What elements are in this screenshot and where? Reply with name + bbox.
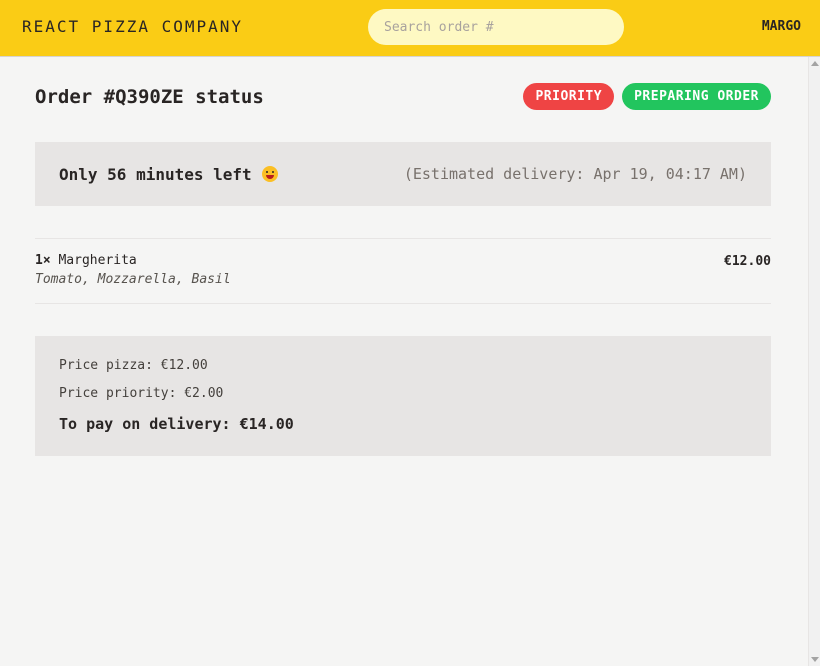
list-item: 1× Margherita €12.00 Tomato, Mozzarella,… [35,239,771,303]
app-header: REACT PIZZA COMPANY MARGO [0,0,820,57]
item-ingredients: Tomato, Mozzarella, Basil [35,272,231,287]
order-items-list: 1× Margherita €12.00 Tomato, Mozzarella,… [35,238,771,304]
priority-badge: PRIORITY [523,83,615,110]
item-quantity: 1× [35,253,51,268]
total-to-pay: To pay on delivery: €14.00 [59,415,294,433]
vertical-scrollbar[interactable] [808,57,820,666]
order-badges: PRIORITY PREPARING ORDER [523,83,771,110]
scroll-up-arrow-icon[interactable] [811,61,819,66]
item-price: €12.00 [724,254,771,269]
price-pizza: Price pizza: €12.00 [59,358,208,373]
item-name: Margherita [58,253,137,268]
username: MARGO [761,19,801,34]
grinning-face-emoji-icon [261,166,278,182]
scroll-down-arrow-icon[interactable] [811,657,819,662]
order-title: Order #Q390ZE status [35,86,264,108]
price-priority: Price priority: €2.00 [59,386,224,401]
time-left: Only 56 minutes left [59,165,278,184]
search-order-input[interactable] [368,9,624,45]
app-logo[interactable]: REACT PIZZA COMPANY [22,17,243,36]
item-description: 1× Margherita [35,253,771,268]
price-summary-panel: Price pizza: €12.00 Price priority: €2.0… [35,336,771,456]
delivery-estimate-panel: Only 56 minutes left (Estimated delivery… [35,142,771,206]
status-badge: PREPARING ORDER [622,83,771,110]
estimated-delivery: (Estimated delivery: Apr 19, 04:17 AM) [403,165,747,183]
time-left-text: Only 56 minutes left [59,164,252,184]
